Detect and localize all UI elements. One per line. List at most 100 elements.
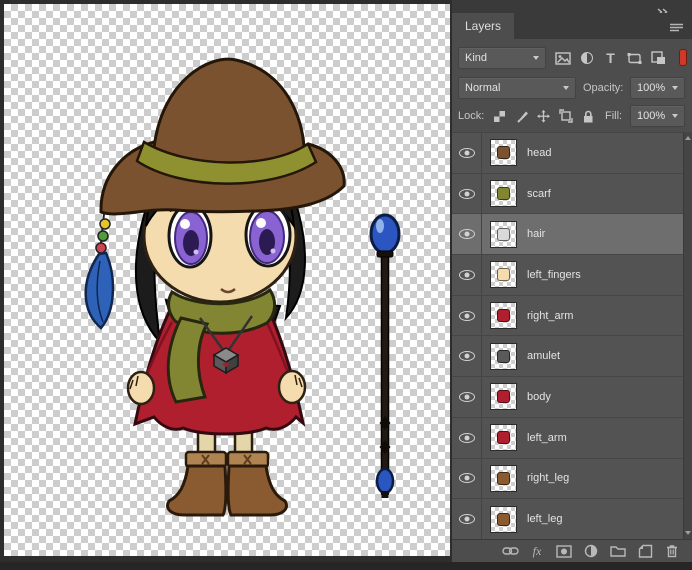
visibility-toggle[interactable] (452, 173, 482, 214)
layer-thumbnail[interactable] (490, 424, 517, 452)
layer-name: right_leg (527, 472, 570, 485)
photoshop-window: Layers Kind T Normal Opacity: 100% Lock:… (0, 0, 692, 570)
eye-icon (458, 473, 475, 484)
blend-mode-dropdown[interactable]: Normal (458, 77, 576, 99)
thumbnail-sprite (497, 268, 510, 282)
filter-row: Kind T (452, 44, 692, 72)
link-layers-icon[interactable] (501, 543, 519, 560)
layer-thumbnail[interactable] (490, 505, 517, 533)
eye-icon (458, 269, 475, 280)
panel-tabbar: Layers (452, 13, 692, 39)
layer-row-body[interactable]: body (452, 377, 683, 418)
lock-artboard-icon[interactable] (556, 106, 575, 126)
eye-icon (458, 147, 475, 158)
lock-all-padlock-icon[interactable] (578, 106, 597, 126)
layer-row-head[interactable]: head (452, 133, 683, 174)
new-layer-icon[interactable] (636, 543, 654, 560)
visibility-toggle[interactable] (452, 295, 482, 336)
delete-layer-trash-icon[interactable] (663, 543, 681, 560)
shape-layer-filter-icon[interactable] (624, 47, 645, 69)
thumbnail-sprite (497, 227, 510, 241)
hat-art (99, 57, 346, 216)
character-artwork (84, 57, 401, 517)
adjustment-layer-filter-icon[interactable] (576, 47, 597, 69)
staff-art (369, 213, 401, 498)
new-group-folder-icon[interactable] (609, 543, 627, 560)
eye-icon (458, 188, 475, 199)
eye-icon (458, 229, 475, 240)
lock-row: Lock: Fill: 100% (452, 104, 692, 130)
layer-row-left-leg[interactable]: left_leg (452, 499, 683, 539)
layer-row-amulet[interactable]: amulet (452, 336, 683, 378)
visibility-toggle[interactable] (452, 336, 482, 377)
layer-name: scarf (527, 187, 551, 200)
lock-transparency-icon[interactable] (490, 106, 509, 126)
visibility-toggle[interactable] (452, 499, 482, 539)
new-adjustment-layer-icon[interactable] (582, 543, 600, 560)
panel-dock-header (452, 0, 692, 16)
layer-row-hair[interactable]: hair (452, 214, 683, 256)
layer-thumbnail[interactable] (490, 139, 517, 167)
layer-thumbnail[interactable] (490, 342, 517, 370)
layer-thumbnail[interactable] (490, 261, 517, 289)
opacity-value-dropdown[interactable]: 100% (630, 77, 685, 99)
visibility-toggle[interactable] (452, 214, 482, 255)
window-bottom-edge (0, 562, 692, 570)
fill-value-dropdown[interactable]: 100% (630, 105, 685, 127)
eye-icon (458, 310, 475, 321)
scroll-up-icon[interactable] (685, 136, 691, 140)
layer-row-left-arm[interactable]: left_arm (452, 417, 683, 459)
visibility-toggle[interactable] (452, 458, 482, 499)
add-layer-mask-icon[interactable] (555, 543, 573, 560)
layer-name: left_leg (527, 513, 563, 526)
layer-thumbnail[interactable] (490, 302, 517, 330)
layers-list: head scarf hair left_fingers right_arm a… (452, 132, 683, 539)
beads-feather-art (84, 213, 115, 330)
scroll-down-icon[interactable] (685, 531, 691, 535)
eye-icon (458, 351, 475, 362)
opacity-label: Opacity: (583, 82, 624, 94)
layer-row-right-arm[interactable]: right_arm (452, 295, 683, 337)
layer-name: head (527, 146, 552, 159)
layer-filtering-toggle[interactable] (679, 49, 687, 66)
layer-thumbnail[interactable] (490, 220, 517, 248)
thumbnail-sprite (497, 146, 510, 160)
fill-value: 100% (637, 110, 666, 122)
visibility-toggle[interactable] (452, 133, 482, 173)
pixel-layer-filter-icon[interactable] (552, 47, 573, 69)
layer-thumbnail[interactable] (490, 180, 517, 208)
lock-position-move-icon[interactable] (534, 106, 553, 126)
thumbnail-sprite (497, 390, 510, 404)
layer-name: right_arm (527, 309, 574, 322)
layer-thumbnail[interactable] (490, 383, 517, 411)
panel-menu-icon[interactable] (669, 21, 684, 39)
document-canvas[interactable] (4, 4, 450, 556)
layer-name: body (527, 390, 551, 403)
thumbnail-sprite (497, 309, 510, 323)
kind-filter-label: Kind (465, 52, 488, 64)
eye-icon (458, 391, 475, 402)
visibility-toggle[interactable] (452, 417, 482, 458)
chevron-down-icon (672, 114, 678, 118)
opacity-value: 100% (637, 82, 666, 94)
layers-scrollbar[interactable] (683, 132, 692, 539)
layer-name: amulet (527, 350, 561, 363)
chevron-down-icon (672, 86, 678, 90)
lock-pixels-brush-icon[interactable] (512, 106, 531, 126)
type-layer-filter-icon[interactable]: T (600, 47, 621, 69)
layer-style-fx-icon[interactable]: fx (528, 543, 546, 560)
thumbnail-sprite (497, 187, 510, 201)
tab-layers[interactable]: Layers (452, 13, 515, 39)
layer-row-scarf[interactable]: scarf (452, 173, 683, 215)
eye-icon (458, 432, 475, 443)
visibility-toggle[interactable] (452, 377, 482, 417)
character-art (84, 57, 346, 517)
kind-filter-dropdown[interactable]: Kind (458, 47, 546, 69)
smart-object-filter-icon[interactable] (648, 47, 669, 69)
thumbnail-sprite (497, 349, 510, 363)
layer-row-right-leg[interactable]: right_leg (452, 458, 683, 500)
thumbnail-sprite (497, 471, 510, 485)
layer-thumbnail[interactable] (490, 464, 517, 492)
visibility-toggle[interactable] (452, 255, 482, 295)
layer-row-left-fingers[interactable]: left_fingers (452, 255, 683, 296)
